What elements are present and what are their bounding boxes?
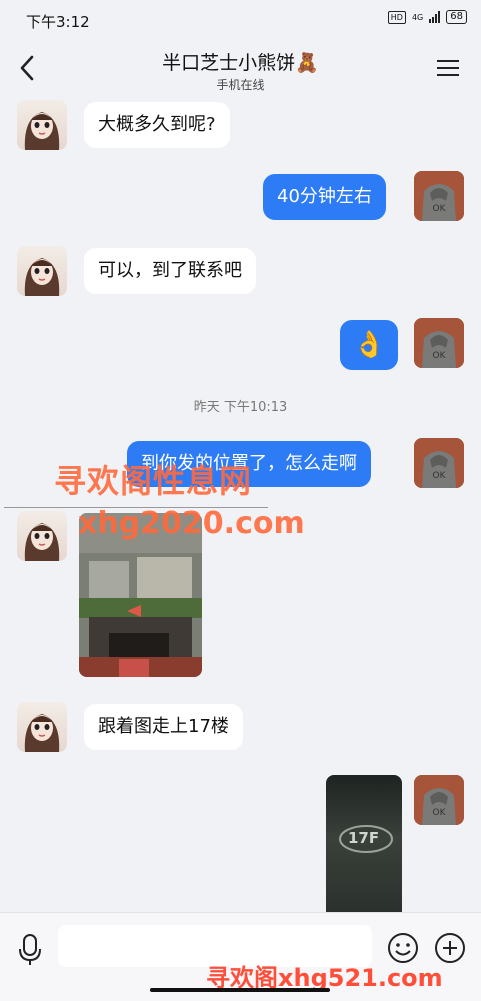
svg-text:OK: OK [433,808,447,818]
chat-title: 半口芝士小熊饼🧸 [162,52,319,74]
my-avatar[interactable]: OK [414,775,464,825]
my-avatar[interactable]: OK [414,171,464,221]
svg-text:OK: OK [433,471,447,481]
chat-header: 半口芝士小熊饼🧸 手机在线 [0,40,481,100]
floor-label: 17F [348,829,380,847]
contact-avatar[interactable] [17,511,67,561]
microphone-icon[interactable] [18,933,42,967]
message-bubble-received[interactable]: 大概多久到呢? [84,102,230,148]
menu-icon[interactable] [437,60,459,78]
photo-message-sent[interactable]: 17F [326,775,402,915]
svg-text:OK: OK [433,204,447,214]
message-bubble-sent[interactable]: 40分钟左右 [263,174,386,220]
battery-indicator: 68 [446,10,467,24]
online-status: 手机在线 [216,78,265,92]
signal-icon [429,11,441,23]
home-indicator[interactable] [150,988,330,992]
my-avatar[interactable]: OK [414,318,464,368]
message-bubble-sent-emoji[interactable]: 👌 [340,320,399,370]
svg-text:OK: OK [433,351,447,361]
contact-avatar[interactable] [17,702,67,752]
watermark-site-name: 寻欢阁性息网 [54,462,253,500]
my-avatar[interactable]: OK [414,438,464,488]
watermark-site-url: xhg2020.com [78,506,305,541]
network-type: 4G [411,12,424,22]
message-bubble-received[interactable]: 可以，到了联系吧 [84,248,256,294]
status-bar: 下午3:12 HD 4G 68 [0,0,481,40]
contact-avatar[interactable] [17,100,67,150]
hd-icon: HD [387,10,406,24]
message-bubble-received[interactable]: 跟着图走上17楼 [84,704,243,750]
status-time: 下午3:12 [26,13,90,31]
contact-avatar[interactable] [17,246,67,296]
status-icons: HD 4G 68 [387,10,467,24]
message-timestamp: 昨天 下午10:13 [193,400,288,415]
